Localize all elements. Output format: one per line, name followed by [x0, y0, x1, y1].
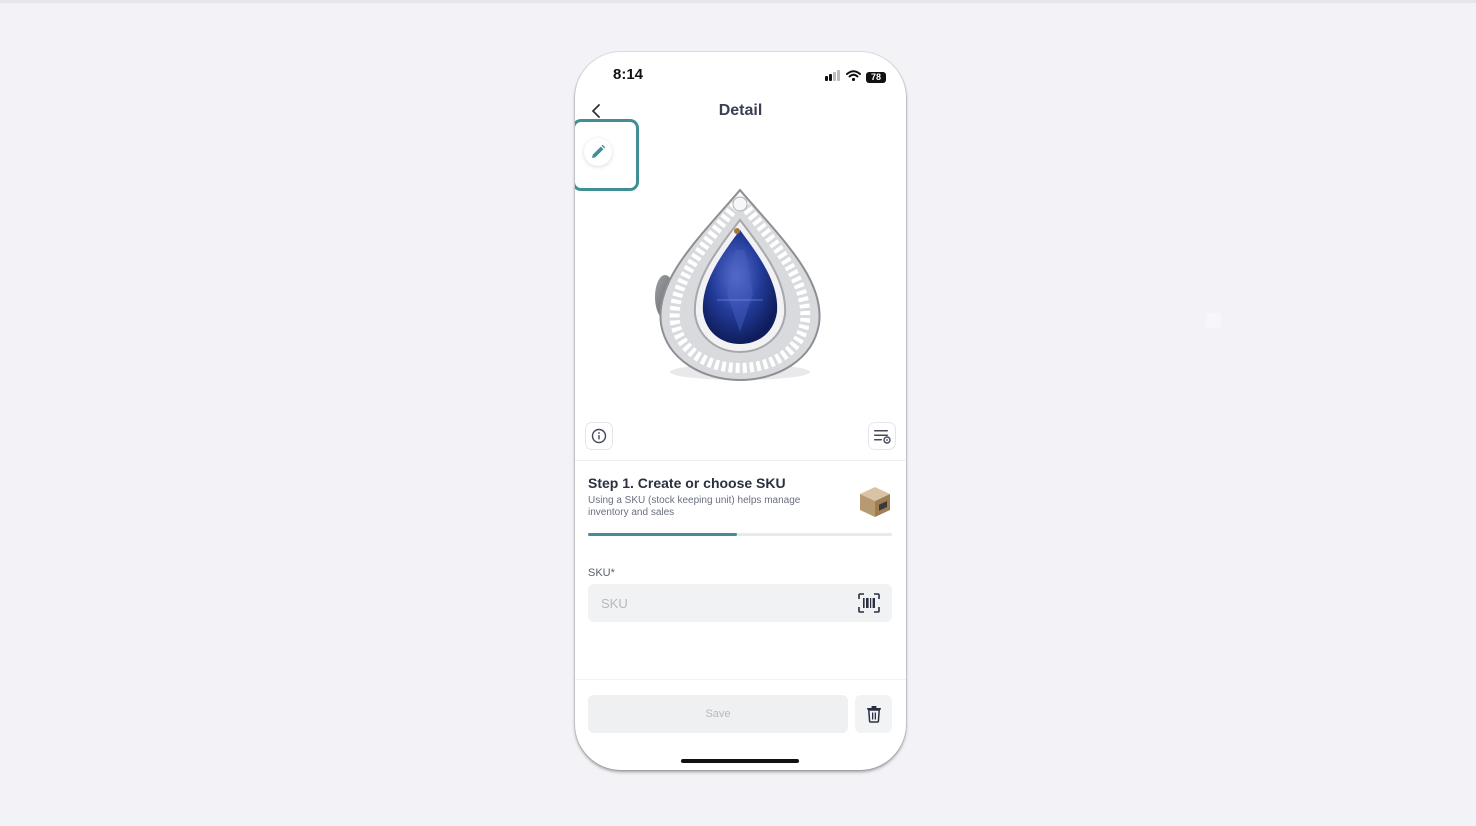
- info-icon: [591, 428, 607, 444]
- status-time: 8:14: [613, 66, 644, 83]
- info-button[interactable]: [585, 422, 613, 450]
- sku-label: SKU*: [588, 567, 615, 579]
- section-divider: [575, 460, 906, 461]
- page-title: Detail: [718, 102, 763, 119]
- top-border: [0, 0, 1476, 3]
- product-image: [655, 188, 821, 382]
- step-title: Step 1. Create or choose SKU: [588, 475, 786, 491]
- wifi-icon: [846, 68, 861, 86]
- pencil-icon: [592, 144, 606, 158]
- trash-icon: [866, 706, 881, 723]
- list-settings-button[interactable]: [868, 422, 896, 450]
- step-description: Using a SKU (stock keeping unit) helps m…: [588, 495, 801, 518]
- phone-screen: 8:14 78 Detail Step 1. Create or choose …: [575, 52, 906, 770]
- barcode-scan-icon: [858, 593, 880, 613]
- sku-input[interactable]: [588, 584, 848, 622]
- footer-divider: [575, 679, 906, 680]
- sku-field: [588, 584, 892, 622]
- delete-button[interactable]: [855, 695, 892, 733]
- edit-image-button[interactable]: [584, 138, 612, 166]
- home-indicator: [681, 759, 799, 763]
- battery-icon: 78: [866, 71, 886, 83]
- box-icon: [860, 487, 890, 517]
- step-progress-bar: [588, 533, 892, 536]
- background-artifact: [1206, 313, 1221, 328]
- barcode-scan-button[interactable]: [857, 592, 881, 614]
- step-progress-fill: [588, 533, 737, 536]
- status-icons: 78: [825, 68, 886, 86]
- signal-icon: [825, 68, 841, 86]
- list-settings-icon: [874, 430, 891, 444]
- save-button[interactable]: Save: [588, 695, 848, 733]
